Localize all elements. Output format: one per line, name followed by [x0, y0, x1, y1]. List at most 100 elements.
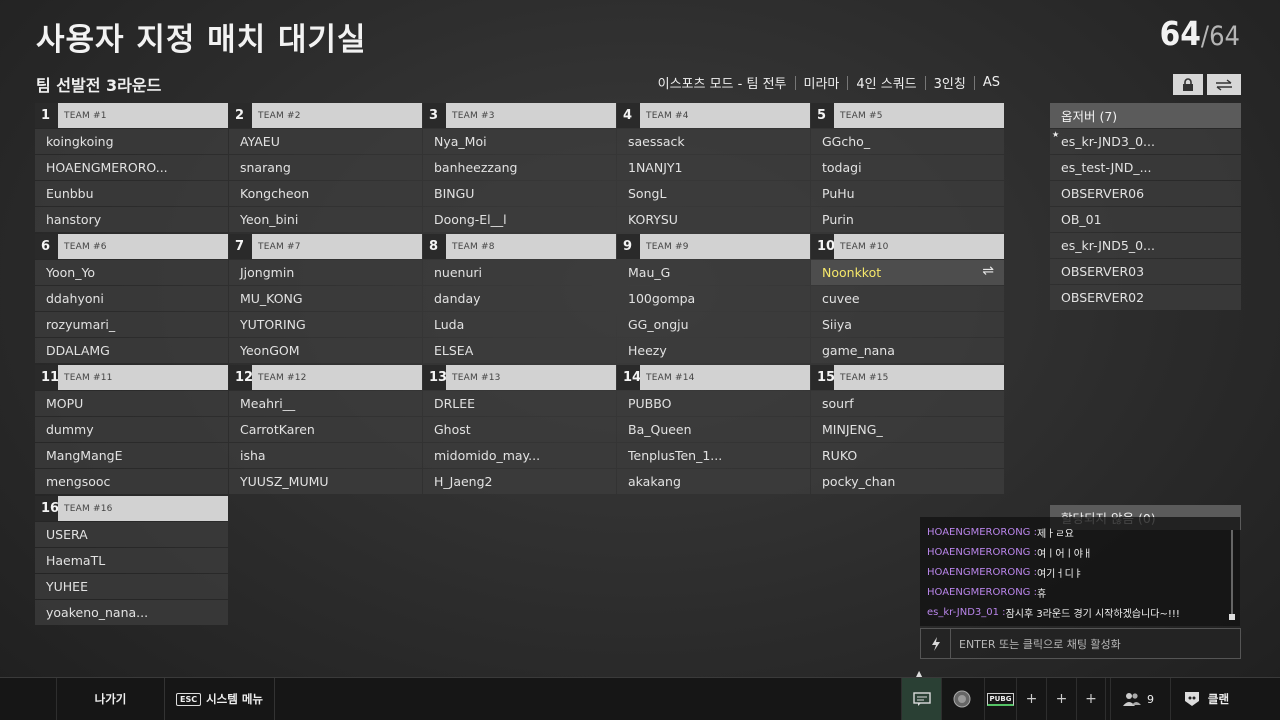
player-slot[interactable]: Eunbbu [35, 181, 228, 206]
player-slot[interactable]: TenplusTen_1... [617, 443, 810, 468]
player-slot[interactable]: yoakeno_nana... [35, 600, 228, 625]
lock-button[interactable] [1173, 74, 1203, 95]
player-slot[interactable]: pocky_chan [811, 469, 1004, 494]
team-header[interactable]: 6 TEAM #6 [35, 234, 228, 259]
friends-button[interactable]: 9 [1110, 678, 1166, 720]
player-slot[interactable]: isha [229, 443, 422, 468]
player-slot[interactable]: CarrotKaren [229, 417, 422, 442]
player-slot[interactable]: MOPU [35, 391, 228, 416]
player-slot[interactable]: AYAEU [229, 129, 422, 154]
observer-item[interactable]: OBSERVER03 [1050, 259, 1241, 284]
player-slot[interactable]: Yoon_Yo [35, 260, 228, 285]
team-header[interactable]: 2 TEAM #2 [229, 103, 422, 128]
player-slot[interactable]: Luda [423, 312, 616, 337]
player-slot[interactable]: DDALAMG [35, 338, 228, 363]
player-slot[interactable]: BINGU [423, 181, 616, 206]
player-slot[interactable]: Mau_G [617, 260, 810, 285]
player-slot[interactable]: Doong-El__l [423, 207, 616, 232]
team-header[interactable]: 15 TEAM #15 [811, 365, 1004, 390]
observer-header[interactable]: 옵저버 (7) [1050, 103, 1241, 128]
player-slot[interactable]: ddahyoni [35, 286, 228, 311]
team-header[interactable]: 14 TEAM #14 [617, 365, 810, 390]
player-slot[interactable]: KORYSU [617, 207, 810, 232]
player-slot[interactable]: 100gompa [617, 286, 810, 311]
observer-item[interactable]: OBSERVER06 [1050, 181, 1241, 206]
player-slot[interactable]: mengsooc [35, 469, 228, 494]
chat-toggle-button[interactable] [901, 678, 941, 720]
player-slot[interactable]: Nya_Moi [423, 129, 616, 154]
swap-position-icon[interactable]: ⇌ [982, 263, 994, 279]
player-slot[interactable]: sourf [811, 391, 1004, 416]
player-slot[interactable]: akakang [617, 469, 810, 494]
medal-button[interactable] [941, 678, 981, 720]
team-header[interactable]: 16 TEAM #16 [35, 496, 228, 521]
player-slot[interactable]: Jjongmin [229, 260, 422, 285]
player-slot[interactable]: banheezzang [423, 155, 616, 180]
player-slot[interactable]: ELSEA [423, 338, 616, 363]
chat-log[interactable]: HOAENGMERORONG : 제ㅏㄹ요 HOAENGMERORONG : 여… [920, 517, 1240, 626]
player-slot[interactable]: USERA [35, 522, 228, 547]
clan-button[interactable]: 클랜 [1170, 678, 1242, 720]
player-slot[interactable]: cuvee [811, 286, 1004, 311]
squad-slot-self[interactable]: PUBG [984, 678, 1016, 720]
player-slot[interactable]: PUBBO [617, 391, 810, 416]
chat-input[interactable]: ENTER 또는 클릭으로 채팅 활성화 [920, 628, 1241, 659]
team-header[interactable]: 8 TEAM #8 [423, 234, 616, 259]
player-slot[interactable]: game_nana [811, 338, 1004, 363]
player-slot[interactable]: 1NANJY1 [617, 155, 810, 180]
player-slot[interactable]: HOAENGMERORO... [35, 155, 228, 180]
player-slot[interactable]: Kongcheon [229, 181, 422, 206]
player-slot[interactable]: GG_ongju [617, 312, 810, 337]
player-slot[interactable]: MINJENG_ [811, 417, 1004, 442]
team-header[interactable]: 7 TEAM #7 [229, 234, 422, 259]
team-header[interactable]: 10 TEAM #10 [811, 234, 1004, 259]
player-slot[interactable]: H_Jaeng2 [423, 469, 616, 494]
player-slot-self[interactable]: Noonkkot ⇌ [811, 260, 1004, 285]
player-slot[interactable]: todagi [811, 155, 1004, 180]
player-slot[interactable]: hanstory [35, 207, 228, 232]
chat-scrollbar-thumb[interactable] [1229, 614, 1235, 620]
player-slot[interactable]: danday [423, 286, 616, 311]
player-slot[interactable]: Ghost [423, 417, 616, 442]
system-menu-button[interactable]: ESC 시스템 메뉴 [164, 678, 275, 720]
team-header[interactable]: 5 TEAM #5 [811, 103, 1004, 128]
player-slot[interactable]: Siiya [811, 312, 1004, 337]
player-slot[interactable]: MU_KONG [229, 286, 422, 311]
player-slot[interactable]: DRLEE [423, 391, 616, 416]
player-slot[interactable]: Ba_Queen [617, 417, 810, 442]
player-slot[interactable]: YUUSZ_MUMU [229, 469, 422, 494]
player-slot[interactable]: SongL [617, 181, 810, 206]
team-header[interactable]: 11 TEAM #11 [35, 365, 228, 390]
team-header[interactable]: 3 TEAM #3 [423, 103, 616, 128]
observer-item[interactable]: ★ es_kr-JND3_0... [1050, 129, 1241, 154]
player-slot[interactable]: MangMangE [35, 443, 228, 468]
player-slot[interactable]: YUTORING [229, 312, 422, 337]
swap-button[interactable] [1207, 74, 1241, 95]
team-header[interactable]: 9 TEAM #9 [617, 234, 810, 259]
player-slot[interactable]: nuenuri [423, 260, 616, 285]
observer-item[interactable]: OB_01 [1050, 207, 1241, 232]
player-slot[interactable]: snarang [229, 155, 422, 180]
observer-item[interactable]: OBSERVER02 [1050, 285, 1241, 310]
player-slot[interactable]: Purin [811, 207, 1004, 232]
player-slot[interactable]: HaemaTL [35, 548, 228, 573]
invite-slot-button[interactable]: + [1016, 678, 1046, 720]
player-slot[interactable]: midomido_may... [423, 443, 616, 468]
chat-scrollbar[interactable] [1231, 530, 1233, 618]
player-slot[interactable]: YUHEE [35, 574, 228, 599]
player-slot[interactable]: Yeon_bini [229, 207, 422, 232]
observer-item[interactable]: es_test-JND_... [1050, 155, 1241, 180]
team-header[interactable]: 12 TEAM #12 [229, 365, 422, 390]
player-slot[interactable]: GGcho_ [811, 129, 1004, 154]
player-slot[interactable]: Meahri__ [229, 391, 422, 416]
invite-slot-button[interactable]: + [1046, 678, 1076, 720]
player-slot[interactable]: dummy [35, 417, 228, 442]
player-slot[interactable]: PuHu [811, 181, 1004, 206]
observer-item[interactable]: es_kr-JND5_0... [1050, 233, 1241, 258]
player-slot[interactable]: YeonGOM [229, 338, 422, 363]
team-header[interactable]: 1 TEAM #1 [35, 103, 228, 128]
player-slot[interactable]: RUKO [811, 443, 1004, 468]
player-slot[interactable]: Heezy [617, 338, 810, 363]
player-slot[interactable]: rozyumari_ [35, 312, 228, 337]
player-slot[interactable]: saessack [617, 129, 810, 154]
